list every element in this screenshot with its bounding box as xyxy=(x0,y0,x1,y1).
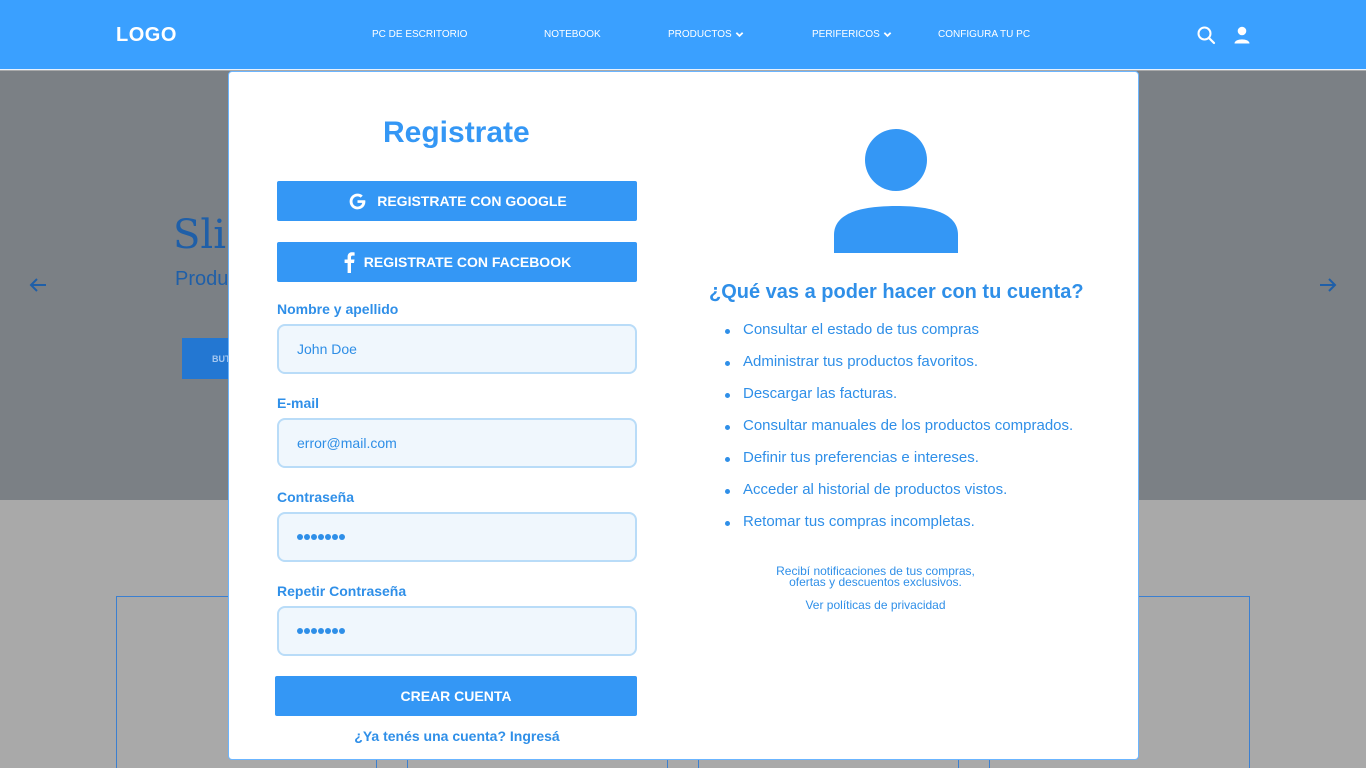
google-icon xyxy=(349,193,366,209)
arrow-right-icon[interactable] xyxy=(1317,274,1339,296)
logo[interactable]: LOGO xyxy=(116,24,177,47)
password-mask-dot xyxy=(332,534,338,540)
benefit-text: Administrar tus productos favoritos. xyxy=(743,353,979,370)
register-modal: Registrate REGISTRATE CON GOOGLE REGISTR… xyxy=(228,71,1139,760)
name-label: Nombre y apellido xyxy=(277,301,399,317)
nav-item-notebook[interactable]: NOTEBOOK xyxy=(544,29,601,40)
benefit-item: Retomar tus compras incompletas. xyxy=(725,513,975,530)
chevron-down-icon xyxy=(883,32,892,38)
bullet-icon xyxy=(725,425,730,430)
password-mask-dot xyxy=(332,628,338,634)
bullet-icon xyxy=(725,393,730,398)
nav-label: NOTEBOOK xyxy=(544,29,601,40)
facebook-register-button[interactable]: REGISTRATE CON FACEBOOK xyxy=(277,242,637,282)
top-navigation-bar: LOGO PC DE ESCRITORIO NOTEBOOK PRODUCTOS… xyxy=(0,0,1366,70)
bullet-icon xyxy=(725,489,730,494)
nav-item-perifericos[interactable]: PERIFERICOS xyxy=(812,29,892,40)
password-mask-dot xyxy=(297,628,303,634)
password-mask-dot xyxy=(339,628,345,634)
benefit-text: Consultar el estado de tus compras xyxy=(743,321,979,338)
password-mask-dot xyxy=(304,628,310,634)
password-mask-dot xyxy=(325,628,331,634)
login-link[interactable]: ¿Ya tenés una cuenta? Ingresá xyxy=(229,728,685,744)
nav-item-productos[interactable]: PRODUCTOS xyxy=(668,29,744,40)
bullet-icon xyxy=(725,361,730,366)
benefit-item: Acceder al historial de productos vistos… xyxy=(725,481,1007,498)
benefits-title: ¿Qué vas a poder hacer con tu cuenta? xyxy=(709,281,1084,303)
email-field[interactable] xyxy=(277,418,637,468)
google-button-label: REGISTRATE CON GOOGLE xyxy=(377,193,567,209)
password-mask-dot xyxy=(297,534,303,540)
chevron-down-icon xyxy=(735,32,744,38)
password-mask-dot xyxy=(325,534,331,540)
nav-label: PC DE ESCRITORIO xyxy=(372,29,468,40)
password-mask-dot xyxy=(311,534,317,540)
slider-subtitle: Produ xyxy=(175,268,229,290)
benefit-text: Retomar tus compras incompletas. xyxy=(743,513,975,530)
notification-note-line: ofertas y descuentos exclusivos. xyxy=(789,575,962,589)
user-avatar-icon xyxy=(834,129,958,253)
benefit-text: Consultar manuales de los productos comp… xyxy=(743,417,1074,434)
password-mask-dot xyxy=(339,534,345,540)
password-field[interactable] xyxy=(277,512,637,562)
search-icon[interactable] xyxy=(1196,25,1216,45)
google-register-button[interactable]: REGISTRATE CON GOOGLE xyxy=(277,181,637,221)
password-mask-dot xyxy=(318,628,324,634)
repeat-password-label: Repetir Contraseña xyxy=(277,583,407,599)
bullet-icon xyxy=(725,457,730,462)
nav-item-configura-tu-pc[interactable]: CONFIGURA TU PC xyxy=(938,29,1030,40)
password-mask-dot xyxy=(318,534,324,540)
password-mask-dot xyxy=(311,628,317,634)
bullet-icon xyxy=(725,521,730,526)
user-icon[interactable] xyxy=(1232,25,1252,45)
email-label: E-mail xyxy=(277,395,320,411)
password-label: Contraseña xyxy=(277,489,355,505)
facebook-button-label: REGISTRATE CON FACEBOOK xyxy=(363,254,572,270)
bullet-icon xyxy=(725,329,730,334)
facebook-icon xyxy=(344,252,355,273)
nav-label: CONFIGURA TU PC xyxy=(938,29,1031,40)
benefit-item: Consultar el estado de tus compras xyxy=(725,321,979,338)
modal-title: Registrate xyxy=(383,116,530,149)
password-mask-dot xyxy=(304,534,310,540)
name-field[interactable] xyxy=(277,324,637,374)
nav-label: PERIFERICOS xyxy=(812,29,880,40)
nav-label: PRODUCTOS xyxy=(668,29,732,40)
benefit-text: Definir tus preferencias e intereses. xyxy=(743,449,979,466)
create-account-button[interactable]: CREAR CUENTA xyxy=(275,676,637,716)
nav-item-pc-de-escritorio[interactable]: PC DE ESCRITORIO xyxy=(372,29,467,40)
benefit-item: Definir tus preferencias e intereses. xyxy=(725,449,979,466)
benefit-item: Descargar las facturas. xyxy=(725,385,897,402)
benefit-text: Acceder al historial de productos vistos… xyxy=(743,481,1008,498)
benefit-item: Administrar tus productos favoritos. xyxy=(725,353,978,370)
benefit-item: Consultar manuales de los productos comp… xyxy=(725,417,1073,434)
privacy-policy-link[interactable]: Ver políticas de privacidad xyxy=(709,598,1042,612)
repeat-password-field[interactable] xyxy=(277,606,637,656)
arrow-left-icon[interactable] xyxy=(27,274,49,296)
benefit-text: Descargar las facturas. xyxy=(743,385,898,402)
